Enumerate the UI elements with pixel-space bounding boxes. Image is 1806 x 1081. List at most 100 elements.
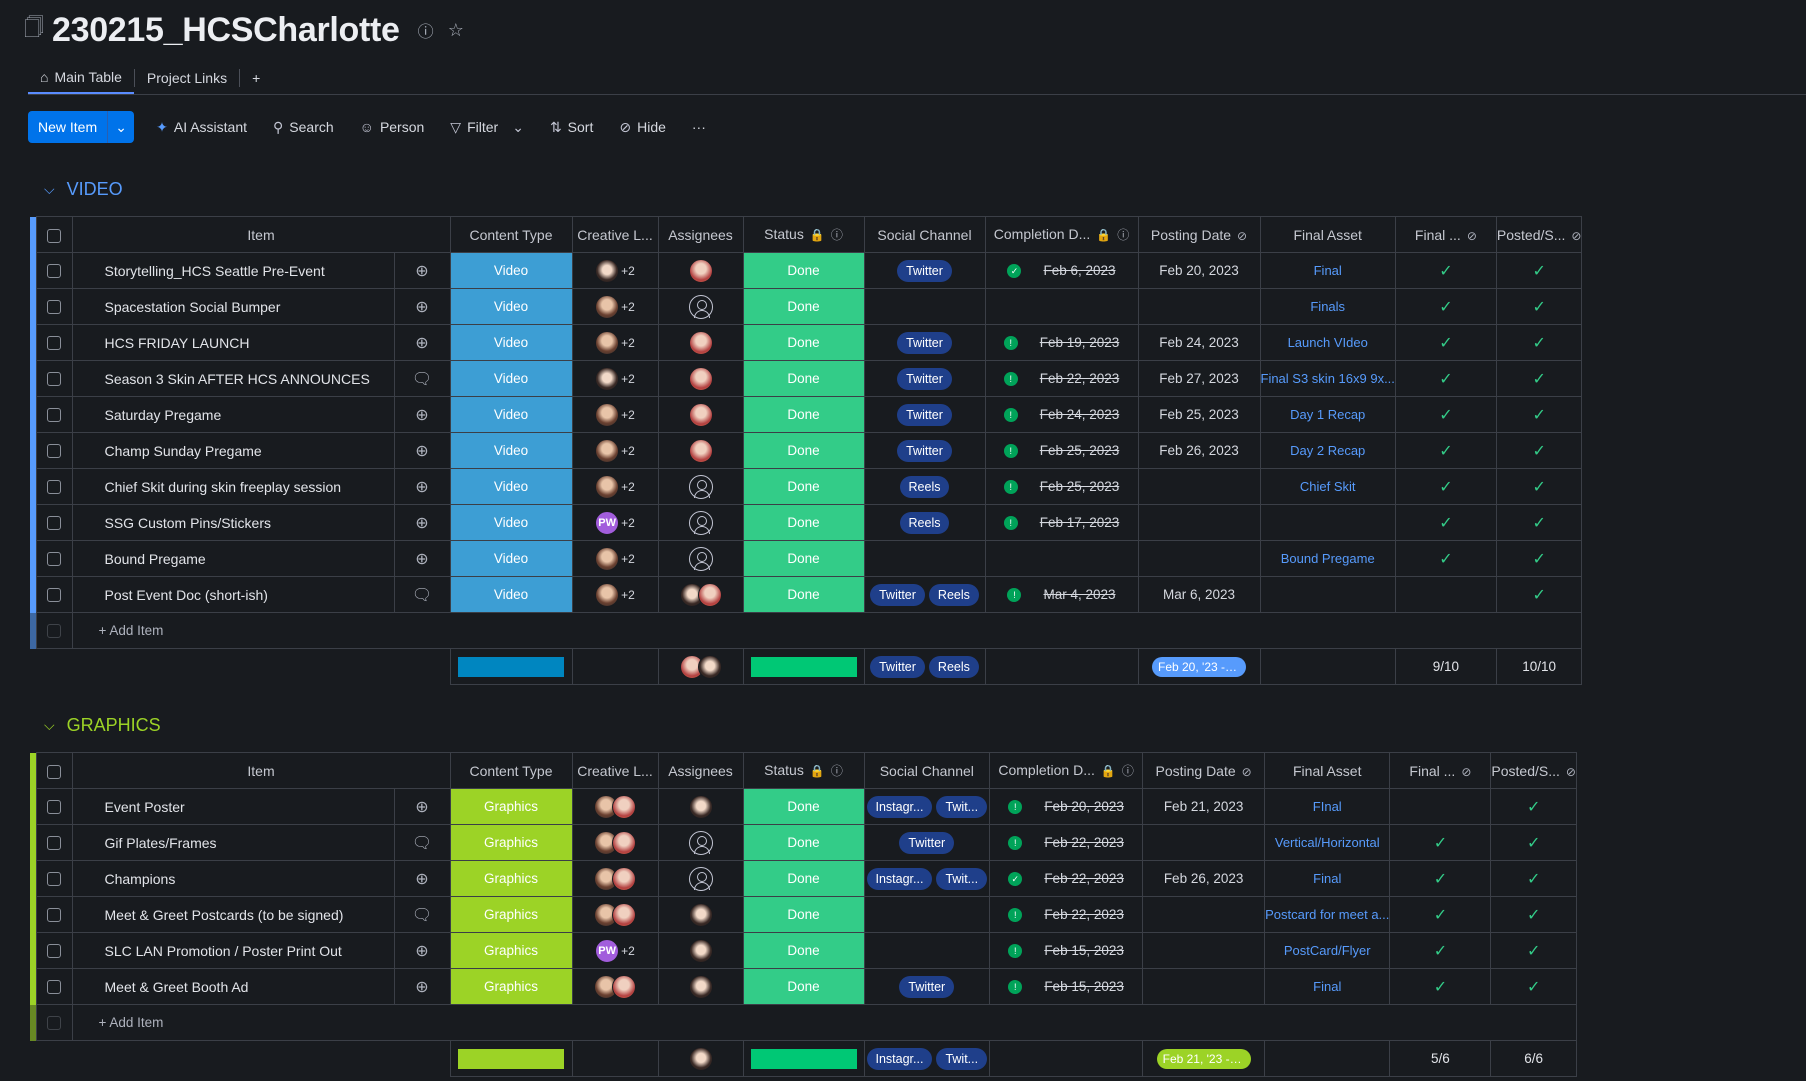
row-select-cell[interactable] — [35, 788, 73, 825]
eye-off-icon[interactable]: ⊘ — [1461, 765, 1471, 779]
final-asset-link[interactable]: PostCard/Flyer — [1284, 943, 1371, 958]
updates-cell[interactable]: 🗨 — [393, 576, 451, 613]
column-header[interactable]: Posting Date ⊘ — [1137, 216, 1261, 253]
social-channel-cell[interactable]: Twitter — [863, 432, 986, 469]
assignees-cell[interactable] — [657, 504, 744, 541]
row-select-cell[interactable] — [35, 504, 73, 541]
column-header[interactable]: Status 🔒 ⓘ — [742, 216, 865, 253]
posting-date-cell[interactable]: Feb 25, 2023 — [1137, 396, 1261, 433]
table-row[interactable]: Saturday Pregame ⊕ Video +2 Done Twitter! Feb … — [30, 396, 1583, 433]
item-name[interactable]: Bound Pregame — [71, 540, 395, 577]
row-checkbox[interactable] — [47, 264, 61, 279]
row-checkbox[interactable] — [47, 944, 61, 959]
item-name[interactable]: Season 3 Skin AFTER HCS ANNOUNCES — [71, 360, 395, 397]
posted-check-cell[interactable]: ✓ — [1495, 252, 1583, 289]
posting-date-cell[interactable] — [1142, 932, 1266, 969]
updates-cell[interactable]: ⊕ — [393, 540, 451, 577]
item-name[interactable]: Event Poster — [71, 788, 395, 825]
final-asset-link[interactable]: Final S3 skin 16x9 9x... — [1261, 371, 1394, 386]
row-checkbox[interactable] — [47, 836, 61, 851]
assignees-summary[interactable] — [657, 1040, 744, 1077]
row-select-cell[interactable] — [35, 932, 73, 969]
updates-cell[interactable]: 🗨 — [393, 896, 451, 933]
content-type-cell[interactable]: Video — [449, 360, 573, 397]
table-row[interactable]: Bound Pregame ⊕ Video +2 Done Bound Pregame ✓ ✓ — [30, 540, 1583, 577]
select-all-checkbox[interactable] — [47, 228, 61, 243]
updates-cell[interactable]: ⊕ — [393, 324, 451, 361]
column-header[interactable]: Posting Date ⊘ — [1142, 752, 1266, 789]
content-type-cell[interactable]: Graphics — [449, 824, 573, 861]
column-header[interactable]: Status 🔒 ⓘ — [742, 752, 865, 789]
creative-lead-cell[interactable]: +2 — [571, 252, 659, 289]
status-cell[interactable]: Done — [742, 360, 865, 397]
status-cell[interactable]: Done — [742, 824, 865, 861]
updates-cell[interactable]: ⊕ — [393, 396, 451, 433]
eye-off-icon[interactable]: ⊘ — [1242, 765, 1252, 779]
hide-button[interactable]: ⊘ Hide — [619, 119, 666, 136]
row-select-cell[interactable] — [35, 288, 73, 325]
completion-date-cell[interactable] — [984, 288, 1139, 325]
posting-date-cell[interactable] — [1142, 824, 1266, 861]
final-asset-link[interactable]: Chief Skit — [1300, 479, 1356, 494]
updates-cell[interactable]: ⊕ — [393, 504, 451, 541]
more-options-button[interactable]: ··· — [692, 119, 706, 135]
table-row[interactable]: Meet & Greet Booth Ad ⊕ Graphics Done Twitte… — [30, 968, 1577, 1005]
status-cell[interactable]: Done — [742, 788, 865, 825]
creative-lead-cell[interactable]: +2 — [571, 396, 659, 433]
creative-lead-cell[interactable]: PW +2 — [571, 504, 659, 541]
row-checkbox[interactable] — [47, 336, 61, 351]
chevron-down-icon[interactable]: ⌵ — [44, 717, 55, 734]
posting-date-cell[interactable] — [1137, 504, 1261, 541]
assignees-cell[interactable] — [657, 576, 744, 613]
content-type-cell[interactable]: Video — [449, 432, 573, 469]
content-type-summary[interactable] — [449, 648, 573, 685]
add-update-icon[interactable]: ⊕ — [415, 943, 428, 960]
final-asset-link[interactable]: Bound Pregame — [1281, 551, 1375, 566]
content-type-cell[interactable]: Graphics — [449, 968, 573, 1005]
final-asset-link[interactable]: Final — [1313, 871, 1341, 886]
person-filter-button[interactable]: ☺ Person — [360, 119, 425, 135]
column-header-item[interactable]: Item — [71, 752, 451, 789]
conversation-badge-icon[interactable]: 🗨 — [412, 587, 432, 604]
final-asset-link[interactable]: Final — [1313, 979, 1341, 994]
posted-check-cell[interactable]: ✓ — [1490, 932, 1577, 969]
assignees-cell[interactable] — [657, 824, 744, 861]
posting-date-cell[interactable] — [1137, 468, 1261, 505]
updates-cell[interactable]: ⊕ — [393, 968, 451, 1005]
posted-check-cell[interactable]: ✓ — [1495, 432, 1583, 469]
column-header[interactable]: Completion D... 🔒 ⓘ — [984, 216, 1139, 253]
updates-cell[interactable]: ⊕ — [393, 432, 451, 469]
final-check-cell[interactable]: ✓ — [1394, 396, 1497, 433]
status-cell[interactable]: Done — [742, 396, 865, 433]
posting-date-cell[interactable]: Feb 21, 2023 — [1142, 788, 1266, 825]
status-cell[interactable]: Done — [742, 468, 865, 505]
posting-date-summary[interactable]: Feb 21, '23 - Feb ... — [1142, 1040, 1266, 1077]
final-check-cell[interactable]: ✓ — [1394, 468, 1497, 505]
item-name[interactable]: Champions — [71, 860, 395, 897]
posting-date-cell[interactable]: Feb 26, 2023 — [1142, 860, 1266, 897]
row-select-cell[interactable] — [35, 324, 73, 361]
final-check-cell[interactable]: ✓ — [1389, 932, 1492, 969]
row-select-cell[interactable] — [35, 576, 73, 613]
content-type-cell[interactable]: Video — [449, 324, 573, 361]
updates-cell[interactable]: ⊕ — [393, 468, 451, 505]
final-asset-cell[interactable]: Finals — [1259, 288, 1396, 325]
social-channel-cell[interactable] — [863, 896, 991, 933]
final-check-cell[interactable]: ✓ — [1389, 896, 1492, 933]
completion-date-cell[interactable]: ✓ Feb 6, 2023 — [984, 252, 1139, 289]
item-name[interactable]: Gif Plates/Frames — [71, 824, 395, 861]
assignees-cell[interactable] — [657, 968, 744, 1005]
tab-project-links[interactable]: Project Links — [135, 62, 239, 94]
creative-lead-cell[interactable] — [571, 968, 659, 1005]
table-row[interactable]: Gif Plates/Frames 🗨 Graphics Done Twitter! Fe… — [30, 824, 1577, 861]
table-row[interactable]: Champions ⊕ Graphics Done Instagr... Twit... ✓… — [30, 860, 1577, 897]
final-asset-cell[interactable]: Day 2 Recap — [1259, 432, 1396, 469]
social-channel-cell[interactable]: Reels — [863, 504, 986, 541]
column-header[interactable]: Assignees — [657, 752, 744, 789]
status-cell[interactable]: Done — [742, 432, 865, 469]
updates-cell[interactable]: ⊕ — [393, 932, 451, 969]
final-asset-cell[interactable]: Launch VIdeo — [1259, 324, 1396, 361]
row-checkbox[interactable] — [47, 800, 61, 815]
final-asset-cell[interactable]: PostCard/Flyer — [1264, 932, 1391, 969]
content-type-cell[interactable]: Video — [449, 468, 573, 505]
